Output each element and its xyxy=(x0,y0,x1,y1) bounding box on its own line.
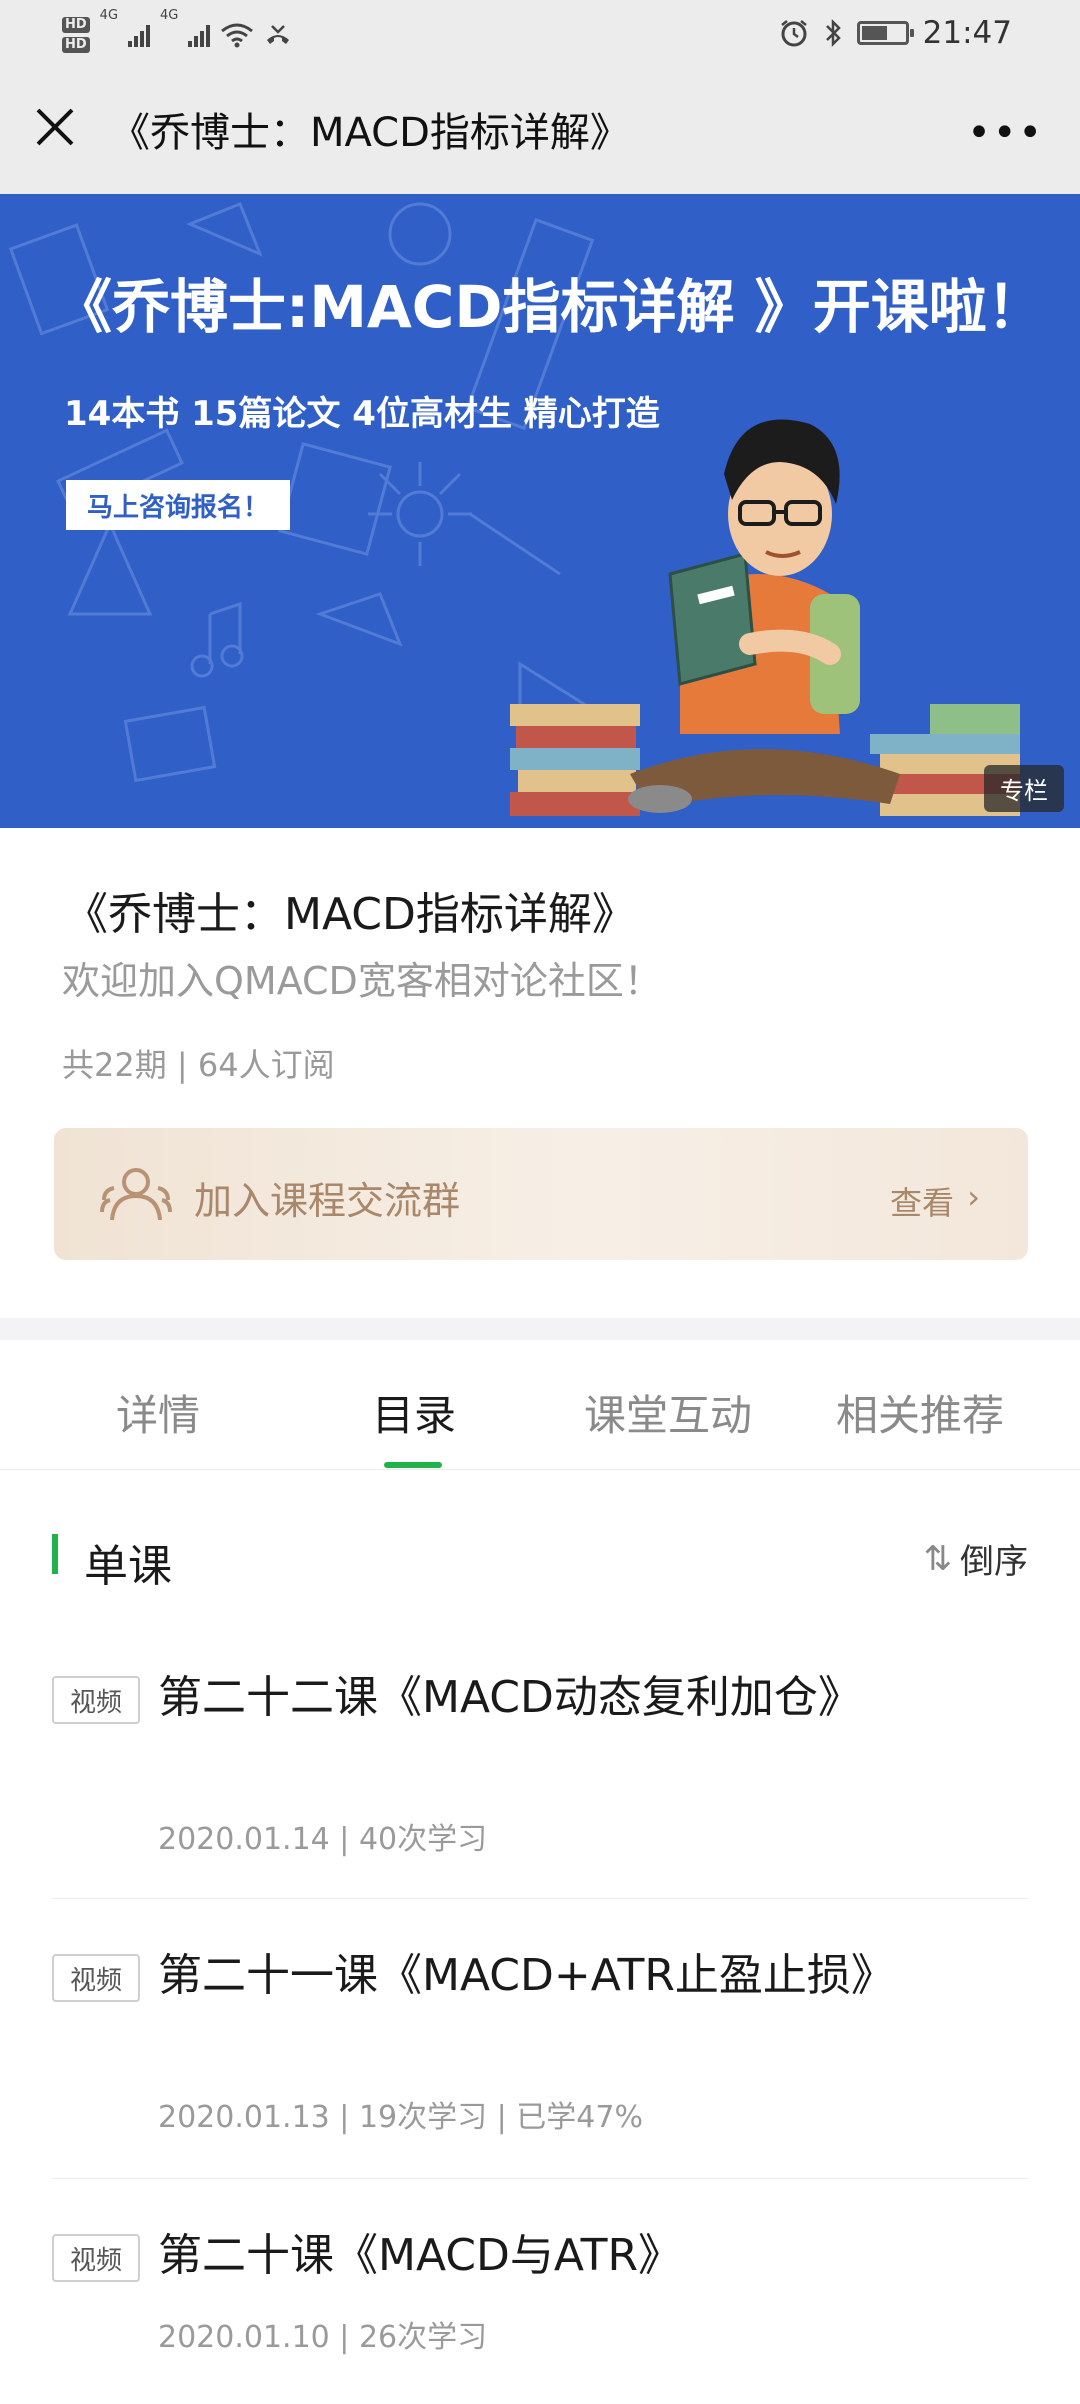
tab-interaction[interactable]: 课堂互动 xyxy=(558,1382,778,1443)
video-badge: 视频 xyxy=(52,1676,140,1724)
tab-recommendations[interactable]: 相关推荐 xyxy=(810,1382,1030,1443)
list-divider xyxy=(52,1898,1028,1899)
column-tag: 专栏 xyxy=(984,765,1064,812)
lesson-item[interactable]: 视频 第二十二课《MACD动态复利加仓》 2020.01.14 | 40次学习 xyxy=(52,1670,1028,1860)
section-title: 单课 xyxy=(84,1541,172,1592)
banner-headline: 《乔博士:MACD指标详解 》开课啦！ xyxy=(54,273,1045,341)
join-group-label: 加入课程交流群 xyxy=(194,1179,461,1223)
clock: 21:47 xyxy=(922,15,1012,51)
network-type-label: 4G xyxy=(99,8,119,23)
battery-icon xyxy=(856,21,914,45)
lesson-item[interactable]: 视频 第二十一课《MACD+ATR止盈止损》 2020.01.13 | 19次学… xyxy=(52,1948,1028,2138)
bluetooth-icon xyxy=(825,18,841,48)
sort-button[interactable]: ⇅ 倒序 xyxy=(924,1534,1029,1583)
section-accent-bar xyxy=(52,1534,58,1574)
list-divider xyxy=(52,2178,1028,2179)
lesson-title: 第二十一课《MACD+ATR止盈止损》 xyxy=(158,1950,895,2001)
enroll-button[interactable]: 马上咨询报名！ xyxy=(66,480,290,530)
join-group-card[interactable]: 加入课程交流群 查看 › xyxy=(54,1128,1028,1260)
hd-badge: HD xyxy=(62,37,90,53)
wifi-icon xyxy=(221,23,254,48)
lesson-title: 第二十课《MACD与ATR》 xyxy=(158,2230,683,2281)
video-badge: 视频 xyxy=(52,2234,140,2282)
status-bar: HD HD 4G 4G 21:47 xyxy=(0,0,1080,66)
view-group-link[interactable]: 查看 xyxy=(890,1178,954,1224)
chevron-right-icon: › xyxy=(967,1178,980,1216)
active-tab-indicator xyxy=(384,1462,442,1468)
lesson-meta: 2020.01.13 | 19次学习 | 已学47% xyxy=(158,2100,643,2135)
tab-bar: 详情 目录 课堂互动 相关推荐 xyxy=(0,1340,1080,1470)
course-title: 《乔博士：MACD指标详解》 xyxy=(64,889,636,940)
lesson-title: 第二十二课《MACD动态复利加仓》 xyxy=(158,1672,862,1723)
signal-icon xyxy=(188,23,211,47)
people-icon xyxy=(100,1168,172,1221)
missed-call-icon xyxy=(267,25,290,44)
course-description: 欢迎加入QMACD宽客相对论社区！ xyxy=(62,959,662,1003)
signal-icon xyxy=(128,23,151,47)
page-title: 《乔博士：MACD指标详解》 xyxy=(110,110,630,156)
video-badge: 视频 xyxy=(52,1954,140,2002)
network-indicators: HD HD 4G 4G xyxy=(62,8,292,62)
alarm-icon xyxy=(780,20,807,47)
lesson-meta: 2020.01.10 | 26次学习 xyxy=(158,2320,488,2355)
lesson-meta: 2020.01.14 | 40次学习 xyxy=(158,1822,488,1857)
navigation-bar: 《乔博士：MACD指标详解》 ••• xyxy=(0,66,1080,194)
more-icon[interactable]: ••• xyxy=(967,110,1044,156)
hd-badge: HD xyxy=(62,17,90,33)
sort-icon: ⇅ xyxy=(923,1538,953,1579)
section-divider xyxy=(0,1318,1080,1340)
reading-professor-illustration xyxy=(510,419,1020,816)
close-icon[interactable] xyxy=(30,102,80,152)
course-meta: 共22期 | 64人订阅 xyxy=(62,1046,335,1084)
tab-details[interactable]: 详情 xyxy=(48,1382,268,1443)
tab-catalog[interactable]: 目录 xyxy=(304,1382,524,1443)
status-indicators: 21:47 xyxy=(779,12,1012,54)
course-banner[interactable]: 《乔博士:MACD指标详解 》开课啦！ 14本书 15篇论文 4位高材生 精心打… xyxy=(0,194,1080,828)
lesson-item[interactable]: 视频 第二十课《MACD与ATR》 2020.01.10 | 26次学习 xyxy=(52,2228,1028,2355)
sort-label: 倒序 xyxy=(960,1542,1028,1582)
network-type-label: 4G xyxy=(160,8,179,23)
